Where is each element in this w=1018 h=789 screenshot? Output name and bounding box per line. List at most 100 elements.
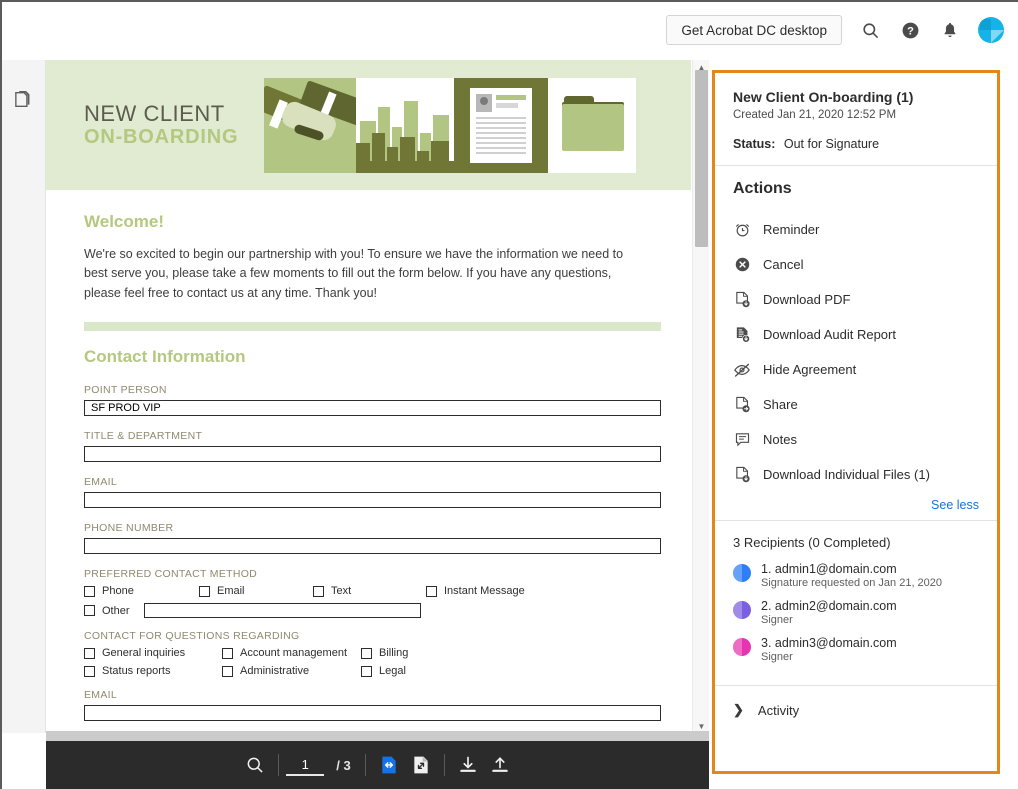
action-label: Reminder [763, 222, 820, 237]
document-bottom-edge [46, 731, 709, 741]
preferred-contact-method-label: PREFERRED CONTACT METHOD [84, 568, 258, 581]
toolbar-divider [278, 754, 280, 776]
recipient-name: 3. admin3@domain.com [761, 636, 897, 650]
page-number-input[interactable]: 1 [286, 754, 325, 776]
welcome-heading: Welcome! [84, 212, 164, 231]
recipients-section: 3 Recipients (0 Completed) 1. admin1@dom… [715, 521, 997, 685]
field-phone-number: PHONE NUMBER [84, 522, 661, 555]
checkbox-phone[interactable] [84, 585, 95, 597]
checkbox-instant-message[interactable] [426, 585, 437, 597]
activity-section-toggle[interactable]: ❯ Activity [715, 686, 997, 734]
phone-number-input[interactable] [84, 538, 661, 555]
download-icon[interactable] [452, 748, 484, 782]
recipient-status: Signature requested on Jan 21, 2020 [761, 577, 943, 589]
point-person-input[interactable]: SF PROD VIP [84, 400, 661, 417]
action-share[interactable]: Share [733, 387, 979, 422]
share-icon [733, 396, 751, 414]
action-cancel[interactable]: Cancel [733, 247, 979, 282]
checkbox-legal[interactable] [361, 665, 372, 677]
action-notes[interactable]: Notes [733, 422, 979, 457]
field-label: EMAIL [84, 476, 118, 489]
left-rail [2, 60, 46, 733]
section-heading: Contact Information [84, 347, 246, 367]
bottom-left-gap [2, 741, 46, 789]
help-icon[interactable]: ? [898, 18, 922, 42]
agreement-summary: New Client On-boarding (1) Created Jan 2… [715, 73, 997, 165]
user-avatar[interactable] [978, 17, 1004, 43]
recipient-row[interactable]: 1. admin1@domain.com Signature requested… [733, 562, 979, 589]
fit-width-icon[interactable] [373, 748, 405, 782]
scrollbar-thumb[interactable] [695, 70, 708, 247]
status-value: Out for Signature [783, 137, 880, 151]
hero-title-block: NEW CLIENT ON-BOARDING [46, 101, 238, 148]
checkbox-other[interactable] [84, 605, 95, 617]
action-label: Hide Agreement [763, 362, 857, 377]
final-email-input[interactable] [84, 705, 661, 722]
document-hero-banner: NEW CLIENT ON-BOARDING [46, 60, 691, 190]
download-audit-report-icon [733, 326, 751, 344]
checkbox-general-inquiries[interactable] [84, 647, 95, 659]
recipient-name: 2. admin2@domain.com [761, 599, 897, 613]
recipients-heading: 3 Recipients (0 Completed) [733, 535, 891, 550]
fit-page-icon[interactable] [405, 748, 437, 782]
acrobat-sign-app: Get Acrobat DC desktop ? NEW CLIENT ON-B… [0, 0, 1018, 789]
action-download-audit-report[interactable]: Download Audit Report [733, 317, 979, 352]
checkbox-label: Status reports [102, 665, 171, 678]
field-label: POINT PERSON [84, 384, 167, 397]
agreement-created-date: Created Jan 21, 2020 12:52 PM [733, 109, 897, 121]
other-contact-input[interactable] [143, 603, 421, 619]
checkbox-label: Legal [379, 665, 406, 678]
checkbox-account-management[interactable] [222, 647, 233, 659]
see-less-link[interactable]: See less [733, 498, 979, 512]
toolbar-divider [443, 754, 445, 776]
notifications-icon[interactable] [938, 18, 962, 42]
upload-icon[interactable] [484, 748, 516, 782]
document-scrollbar[interactable]: ▲ ▼ [692, 60, 709, 733]
download-pdf-icon [733, 291, 751, 309]
checkbox-billing[interactable] [361, 647, 372, 659]
title-department-input[interactable] [84, 446, 661, 463]
field-email: EMAIL [84, 476, 661, 509]
status-label: Status: [733, 137, 776, 151]
agreement-details-panel: New Client On-boarding (1) Created Jan 2… [712, 70, 1000, 774]
page-thumbnails-icon[interactable] [11, 86, 37, 112]
checkbox-label: Account management [240, 647, 348, 660]
document-page: NEW CLIENT ON-BOARDING Welcome! We're so… [46, 60, 691, 733]
action-download-pdf[interactable]: Download PDF [733, 282, 979, 317]
action-download-individual-files[interactable]: Download Individual Files (1) [733, 457, 979, 492]
activity-label: Activity [757, 702, 800, 718]
cancel-x-icon [733, 256, 751, 274]
top-header: Get Acrobat DC desktop ? [2, 2, 1018, 58]
chevron-right-icon: ❯ [733, 702, 744, 717]
preferred-contact-row-1: Phone Email Text Instant Message [84, 585, 661, 597]
contact-questions-label: CONTACT FOR QUESTIONS REGARDING [84, 630, 300, 643]
checkbox-email[interactable] [199, 585, 210, 597]
get-acrobat-desktop-button[interactable]: Get Acrobat DC desktop [666, 15, 842, 45]
action-label: Share [763, 397, 798, 412]
recipient-row[interactable]: 2. admin2@domain.com Signer [733, 599, 979, 626]
search-icon[interactable] [239, 748, 271, 782]
action-reminder[interactable]: Reminder [733, 212, 979, 247]
action-label: Download PDF [763, 292, 851, 307]
email-input[interactable] [84, 492, 661, 509]
recipient-avatar [733, 638, 751, 656]
page-total-label: / 3 [336, 757, 351, 773]
action-label: Notes [763, 432, 797, 447]
document-viewport: NEW CLIENT ON-BOARDING Welcome! We're so… [46, 60, 709, 733]
panel-bottom-gap [712, 774, 1000, 789]
recipient-row[interactable]: 3. admin3@domain.com Signer [733, 636, 979, 663]
search-icon[interactable] [858, 18, 882, 42]
agreement-title: New Client On-boarding (1) [733, 89, 914, 105]
field-point-person: POINT PERSON SF PROD VIP [84, 384, 661, 417]
checkbox-text[interactable] [313, 585, 324, 597]
checkbox-label: Billing [379, 647, 409, 660]
recipient-status: Signer [761, 614, 793, 626]
checkbox-status-reports[interactable] [84, 665, 95, 677]
recipient-avatar [733, 564, 751, 582]
checkbox-administrative[interactable] [222, 665, 233, 677]
action-label: Cancel [763, 257, 804, 272]
hide-eye-icon [733, 361, 751, 379]
status-row: Status: Out for Signature [733, 137, 979, 151]
questions-row-1: General inquiries Account management Bil… [84, 647, 661, 659]
action-hide-agreement[interactable]: Hide Agreement [733, 352, 979, 387]
